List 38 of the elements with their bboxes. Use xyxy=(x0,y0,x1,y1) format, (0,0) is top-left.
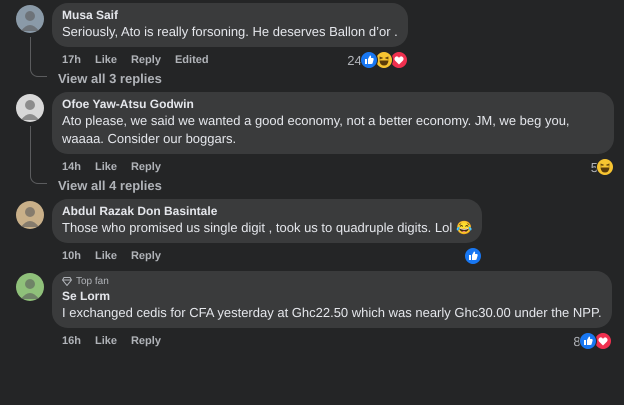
comment-text: I exchanged cedis for CFA yesterday at Ghc22.50 which was nearly Ghc30.00 under the NPP. xyxy=(62,304,602,322)
action-link[interactable]: Like xyxy=(94,161,117,173)
author-name[interactable]: Se Lorm xyxy=(62,289,602,304)
author-name[interactable]: Musa Saif xyxy=(62,8,398,23)
action-link[interactable]: Reply xyxy=(130,54,161,66)
view-replies-link[interactable]: View all 4 replies xyxy=(58,178,624,193)
like-icon xyxy=(578,332,597,350)
timestamp[interactable]: 16h xyxy=(62,335,81,347)
action-link[interactable]: Like xyxy=(94,250,117,262)
timestamp[interactable]: 10h xyxy=(62,250,81,262)
comment-text: Seriously, Ato is really forsoning. He deserves Ballon d’or . xyxy=(62,23,398,41)
laughing-emoji-icon xyxy=(596,158,614,176)
action-link[interactable]: Like xyxy=(94,54,117,66)
action-link[interactable]: Reply xyxy=(130,161,161,173)
avatar[interactable] xyxy=(16,273,44,301)
author-name[interactable]: Ofoe Yaw-Atsu Godwin xyxy=(62,97,604,112)
timestamp[interactable]: 14h xyxy=(62,161,81,173)
reaction-count[interactable]: 8 xyxy=(573,334,581,348)
top-fan-label: Top fan xyxy=(62,276,109,287)
reaction-count[interactable]: 24 xyxy=(347,52,362,68)
comment-text: Those who promised us single digit , took us to quadruple digits. Lol 😂 xyxy=(62,219,472,237)
avatar[interactable] xyxy=(16,5,44,33)
reply-thread-line xyxy=(30,37,47,77)
diamond-icon xyxy=(62,277,72,286)
like-icon xyxy=(360,51,378,69)
comment-text: Ato please, we said we wanted a good economy, not a better economy. JM, we beg you, waaaa. Consider our boggars. xyxy=(62,112,571,148)
reply-thread-line xyxy=(30,126,47,184)
laughing-emoji-icon xyxy=(374,51,393,69)
action-link[interactable]: Reply xyxy=(130,250,161,262)
action-link[interactable]: Edited xyxy=(174,54,209,66)
action-link[interactable]: Reply xyxy=(130,335,161,347)
author-name[interactable]: Abdul Razak Don Basintale xyxy=(62,204,472,219)
view-replies-link[interactable]: View all 3 replies xyxy=(58,71,624,86)
timestamp[interactable]: 17h xyxy=(62,54,81,66)
avatar[interactable] xyxy=(16,94,44,122)
like-icon xyxy=(464,247,482,265)
avatar[interactable] xyxy=(16,201,44,229)
action-link[interactable]: Like xyxy=(94,335,117,347)
